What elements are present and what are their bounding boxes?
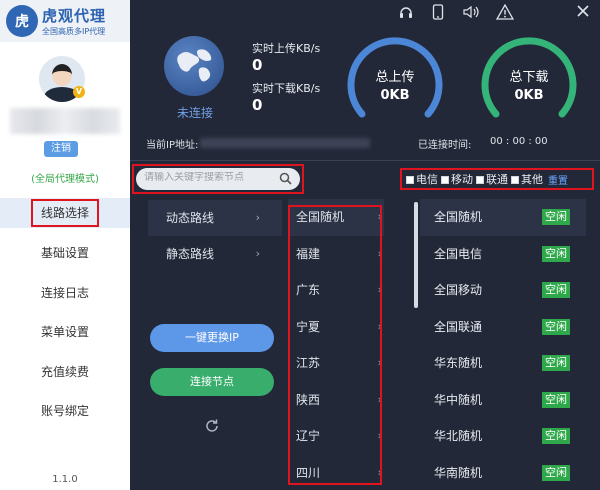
total-download-label: 总下载 (509, 70, 549, 85)
reset-link[interactable]: 重置 (548, 172, 568, 187)
ip-value-blurred (200, 138, 370, 148)
filter-mobile[interactable]: 移动 (441, 171, 473, 187)
status-badge: 空闲 (542, 282, 570, 298)
status-badge: 空闲 (542, 464, 570, 481)
download-rate-label: 实时下载KB/s (252, 82, 321, 95)
refresh-icon[interactable] (204, 418, 220, 434)
search-input[interactable] (144, 172, 274, 183)
table-row[interactable]: 华南随机 空闲 (420, 455, 586, 490)
connect-node-button[interactable]: 连接节点 (150, 368, 274, 396)
upload-rate-label: 实时上传KB/s (252, 42, 321, 55)
table-row[interactable]: 全国联通 空闲 (420, 309, 586, 346)
status-badge: 空闲 (542, 209, 570, 225)
filter-telecom[interactable]: 电信 (406, 171, 438, 187)
download-rate-value: 0 (252, 96, 263, 114)
warning-icon[interactable] (495, 3, 515, 20)
total-download-value: 0KB (514, 88, 544, 103)
phone-icon[interactable] (432, 4, 444, 20)
logo-bar: 虎 虎观代理 全国高质多IP代理 (0, 0, 130, 42)
upload-rate-value: 0 (252, 56, 263, 74)
table-row[interactable]: 华北随机 空闲 (420, 418, 586, 455)
nav-basic-settings[interactable]: 基础设置 (0, 238, 130, 268)
total-upload-value: 0KB (380, 88, 410, 103)
chevron-right-icon: › (255, 211, 260, 224)
nav-recharge[interactable]: 充值续费 (0, 357, 130, 387)
ip-info-bar: 当前IP地址: 已连接时间: 00 : 00 : 00 (130, 134, 600, 152)
username-blurred (10, 108, 120, 134)
table-row[interactable]: 华东随机 空闲 (420, 345, 586, 382)
node-list: 全国随机 空闲 全国电信 空闲 全国移动 空闲 全国联通 空闲 华东随机 空闲 华中随机空… (420, 199, 586, 490)
route-list: 动态路线 › 静态路线 › (148, 200, 282, 272)
globe-icon (164, 36, 224, 96)
logout-button[interactable]: 注销 (44, 141, 78, 157)
connection-status: 未连接 (176, 106, 213, 120)
isp-filters: 电信 移动 联通 其他 重置 (400, 168, 594, 190)
filter-unicom[interactable]: 联通 (476, 171, 508, 187)
status-badge: 空闲 (542, 245, 570, 262)
app-subtitle: 全国高质多IP代理 (42, 27, 106, 36)
table-row[interactable]: 华中随机 空闲 (420, 382, 586, 419)
ip-label: 当前IP地址: (146, 140, 199, 151)
search-icon[interactable] (279, 172, 292, 185)
app-title: 虎观代理 (42, 7, 107, 25)
chevron-right-icon: › (255, 247, 260, 260)
status-badge: 空闲 (542, 428, 570, 444)
checkbox[interactable] (511, 176, 519, 184)
proxy-mode-label: (全局代理模式) (31, 174, 99, 185)
nav-connection-log[interactable]: 连接日志 (0, 278, 130, 308)
nav-account-binding[interactable]: 账号绑定 (0, 396, 130, 426)
tiger-logo-icon: 虎 (6, 5, 38, 37)
scrollbar[interactable] (414, 202, 418, 308)
checkbox[interactable] (406, 176, 414, 184)
status-badge: 空闲 (542, 355, 570, 371)
vip-badge: V (73, 86, 85, 98)
filter-other[interactable]: 其他 (511, 171, 543, 187)
close-icon[interactable] (576, 4, 590, 20)
route-static[interactable]: 静态路线 › (148, 236, 282, 272)
volume-icon[interactable] (462, 4, 480, 20)
status-badge: 空闲 (542, 318, 570, 335)
connected-time-label: 已连接时间: (418, 140, 472, 151)
connected-time-value: 00 : 00 : 00 (490, 136, 548, 147)
version-label: 1.1.0 (52, 474, 78, 485)
switch-ip-button[interactable]: 一键更换IP (150, 324, 274, 352)
province-highlight (288, 205, 382, 485)
table-row[interactable]: 全国移动 空闲 (420, 272, 586, 309)
checkbox[interactable] (476, 176, 484, 184)
table-row[interactable]: 全国电信 空闲 (420, 236, 586, 273)
total-upload-label: 总上传 (375, 70, 415, 85)
search-box (136, 168, 300, 190)
divider (130, 160, 600, 161)
nav-route-select[interactable]: 线路选择 (0, 198, 130, 228)
headset-icon[interactable] (398, 4, 414, 20)
checkbox[interactable] (441, 176, 449, 184)
nav-menu-settings[interactable]: 菜单设置 (0, 317, 130, 347)
status-badge: 空闲 (542, 391, 570, 408)
route-dynamic[interactable]: 动态路线 › (148, 200, 282, 236)
table-row[interactable]: 全国随机 空闲 (420, 199, 586, 236)
